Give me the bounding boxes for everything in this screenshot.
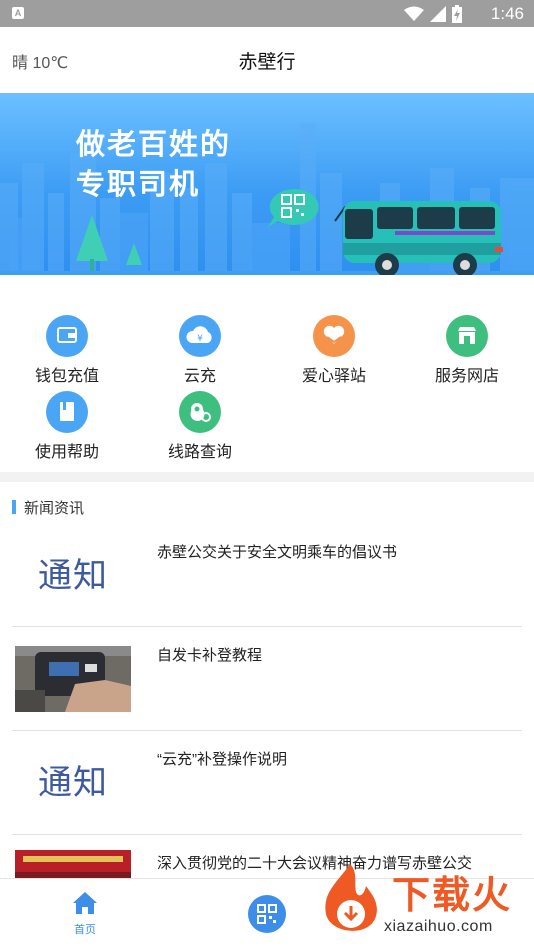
page-title: 赤壁行 [238,52,296,73]
route-pin-icon [179,391,221,433]
wallet-icon [46,315,88,357]
watermark-text: 下载火 [392,875,513,917]
status-icons [404,4,462,24]
news-item[interactable]: 自发卡补登教程 [12,628,522,731]
menu-label: 钱包充值 [34,368,99,385]
banner-slogan-line2: 专职司机 [76,169,201,201]
news-title: 自发卡补登教程 [157,647,263,664]
cell-signal-icon [430,6,446,22]
scan-qr-button[interactable] [248,895,286,933]
news-thumbnail-photo [15,646,131,712]
menu-label: 线路查询 [167,444,232,461]
menu-item-help[interactable]: 使用帮助 [7,391,127,462]
qr-code-icon [257,904,277,924]
menu-item-service-store[interactable]: 服务网店 [407,315,527,386]
status-bar: A 1:46 [0,0,534,27]
menu-label: 爱心驿站 [301,368,366,385]
menu-label: 使用帮助 [34,444,99,461]
nav-home[interactable]: 首页 [58,891,112,937]
promo-banner[interactable]: 做老百姓的 专职司机 [0,93,534,275]
help-book-icon [46,391,88,433]
menu-label: 服务网店 [434,368,499,385]
section-divider [0,472,534,482]
watermark-url: xiazaihuo.com [384,918,493,935]
notice-thumbnail-text: 通知 [38,763,108,803]
cloud-yen-icon: ¥ [179,315,221,357]
news-thumbnail: 通知 [15,750,131,816]
news-section-title: 新闻资讯 [24,499,85,517]
notice-thumbnail-text: 通知 [38,556,108,596]
store-icon [446,315,488,357]
news-item[interactable]: 通知 赤壁公交关于安全文明乘车的倡议书 [12,525,522,627]
battery-charging-icon [452,5,462,23]
news-thumbnail: 通知 [15,543,131,609]
banner-slogan-line1: 做老百姓的 [76,129,232,161]
notification-badge: A [12,7,24,19]
news-section-header: 新闻资讯 [12,497,84,517]
news-title: 赤壁公交关于安全文明乘车的倡议书 [157,544,398,561]
watermark-logo [325,864,377,931]
banner-slogan: 做老百姓的 专职司机 [76,125,231,205]
menu-item-wallet-recharge[interactable]: 钱包充值 [7,315,127,386]
menu-label: 云充 [183,368,216,385]
news-item[interactable]: 通知 “云充”补登操作说明 [12,732,522,835]
menu-item-cloud-charge[interactable]: ¥ 云充 [140,315,260,386]
clock: 1:46 [490,4,524,23]
svg-text:¥: ¥ [197,334,203,344]
home-icon [73,892,97,914]
wifi-icon [404,6,424,21]
heart-hands-icon [313,315,355,357]
menu-item-route-query[interactable]: 线路查询 [140,391,260,462]
menu-item-love-station[interactable]: 爱心驿站 [274,315,394,386]
section-accent-bar [12,500,16,514]
app-header: 晴 10℃ 赤壁行 [0,27,534,93]
nav-home-label: 首页 [74,924,96,936]
site-watermark: 下载火 xiazaihuo.com [318,856,534,950]
news-title: “云充”补登操作说明 [157,751,287,768]
